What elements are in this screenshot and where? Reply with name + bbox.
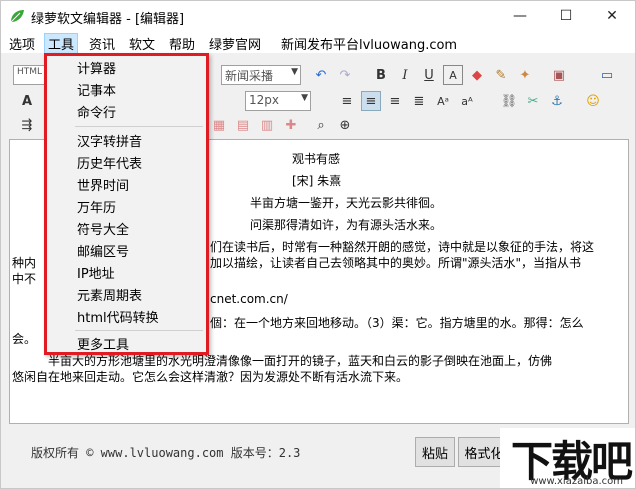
paragraph-1b: 种内 [12, 256, 37, 270]
unlink-icon[interactable]: ✂ [523, 91, 543, 111]
table-icon[interactable]: ▦ [209, 115, 229, 135]
indent-icon[interactable]: ⇶ [17, 115, 37, 135]
undo-icon[interactable]: ↶ [311, 65, 331, 85]
format-select-value: HTML [17, 67, 43, 77]
poem-verse-2: 问渠那得清如许，为有源头活水来。 [250, 218, 443, 232]
status-text: 版权所有 © www.lvluowang.com 版本号：2.3 [31, 446, 301, 460]
magic-wand-icon[interactable]: ✦ [515, 65, 535, 85]
poem-verse-1: 半亩方塘一鉴开，天光云影共徘徊。 [250, 196, 443, 210]
menu-item-periodic-table[interactable]: 元素周期表 [77, 285, 142, 304]
italic-icon[interactable]: I [395, 65, 415, 85]
save-icon[interactable]: ▣ [549, 65, 569, 85]
menu-help[interactable]: 帮助 [169, 34, 195, 53]
monitor-icon[interactable]: ▭ [597, 65, 617, 85]
watermark-sub: www.xiazaiba.com [530, 476, 623, 487]
app-window: 绿萝软文编辑器 - [编辑器] — ☐ ✕ 选项 工具 资讯 软文 帮助 绿萝官… [0, 0, 636, 489]
paragraph-1a: 们在读书后，时常有一种豁然开朗的感觉，诗中就是以象征的手法，将这 [210, 240, 595, 254]
menu-item-more-tools[interactable]: 更多工具 [77, 334, 129, 353]
menu-item-command-line[interactable]: 命令行 [77, 102, 116, 121]
underline-icon[interactable]: U [419, 65, 439, 85]
chevron-down-icon: ▼ [301, 93, 308, 103]
chevron-down-icon: ▼ [291, 67, 298, 77]
paragraph-2b: 会。 [12, 332, 37, 346]
paragraph-2a: 個：在一个地方来回地移动。（3）渠：它。指方塘里的水。那得：怎么 [210, 316, 584, 330]
menu-publish-platform[interactable]: 新闻发布平台lvluowang.com [281, 34, 457, 53]
watermark-logo: 下载吧 www.xiazaiba.com [500, 428, 635, 488]
minimize-button[interactable]: — [497, 1, 543, 31]
link-icon[interactable]: ⛓ [499, 91, 519, 111]
font-grow-icon[interactable]: Aᵃ [433, 91, 453, 111]
menu-item-ip-address[interactable]: IP地址 [77, 263, 115, 282]
redo-icon[interactable]: ↷ [335, 65, 355, 85]
eraser-icon[interactable]: ◆ [467, 65, 487, 85]
tools-dropdown-menu: 计算器 记事本 命令行 汉字转拼音 历史年代表 世界时间 万年历 符号大全 邮编… [44, 53, 209, 355]
size-select-value: 12px [249, 93, 279, 107]
font-color-icon[interactable]: A [443, 65, 463, 85]
menu-news[interactable]: 资讯 [89, 34, 115, 53]
close-button[interactable]: ✕ [589, 1, 635, 31]
menu-bar: 选项 工具 资讯 软文 帮助 绿萝官网 新闻发布平台lvluowang.com [1, 31, 635, 54]
zoom-icon[interactable]: ⌕ [311, 115, 331, 135]
menu-separator [75, 126, 203, 127]
menu-item-pinyin[interactable]: 汉字转拼音 [77, 131, 142, 150]
align-left-icon[interactable]: ≡ [337, 91, 357, 111]
font-shrink-icon[interactable]: aᴬ [457, 91, 477, 111]
delete-cell-icon[interactable]: ✚ [281, 115, 301, 135]
emoji-icon[interactable]: ☺ [583, 91, 603, 111]
poem-author: [宋] 朱熹 [292, 174, 342, 188]
binoculars-icon[interactable]: ⊕ [335, 115, 355, 135]
menu-item-symbols[interactable]: 符号大全 [77, 219, 129, 238]
source-link[interactable]: cnet.com.cn/ [210, 292, 288, 306]
heading-icon[interactable]: A [17, 91, 37, 111]
window-title: 绿萝软文编辑器 - [编辑器] [31, 12, 185, 27]
title-bar: 绿萝软文编辑器 - [编辑器] — ☐ ✕ [1, 1, 635, 31]
brush-icon[interactable]: ✎ [491, 65, 511, 85]
menu-separator [75, 330, 203, 331]
paste-button[interactable]: 粘贴 [415, 437, 455, 467]
menu-tools[interactable]: 工具 [43, 33, 79, 54]
align-right-icon[interactable]: ≡ [385, 91, 405, 111]
paragraph-1c: 加以描绘，让读者自己去领略其中的奥妙。所谓"源头活水"，当指从书 [210, 256, 582, 270]
anchor-icon[interactable]: ⚓ [547, 91, 567, 111]
leaf-logo-icon [10, 10, 24, 23]
menu-options[interactable]: 选项 [9, 34, 35, 53]
menu-item-notepad[interactable]: 记事本 [77, 80, 116, 99]
maximize-button[interactable]: ☐ [543, 1, 589, 31]
menu-item-calculator[interactable]: 计算器 [77, 58, 116, 77]
paragraph-3b: 悠闲自在地来回走动。它怎么会这样清澈？因为发源处不断有活水流下来。 [12, 370, 409, 384]
font-select-value: 新闻采播 [225, 69, 274, 83]
paragraph-1d: 中不 [12, 272, 37, 286]
menu-official-site[interactable]: 绿萝官网 [209, 34, 261, 53]
font-select[interactable]: 新闻采播 ▼ [221, 65, 301, 85]
insert-row-icon[interactable]: ▤ [233, 115, 253, 135]
insert-col-icon[interactable]: ▥ [257, 115, 277, 135]
align-justify-icon[interactable]: ≣ [409, 91, 429, 111]
menu-item-calendar[interactable]: 万年历 [77, 197, 116, 216]
size-select[interactable]: 12px ▼ [245, 91, 311, 111]
align-center-icon[interactable]: ≡ [361, 91, 381, 111]
menu-item-html-convert[interactable]: html代码转换 [77, 307, 159, 326]
menu-item-postal-code[interactable]: 邮编区号 [77, 241, 129, 260]
poem-title: 观书有感 [292, 152, 341, 166]
menu-item-history-table[interactable]: 历史年代表 [77, 153, 142, 172]
menu-item-world-time[interactable]: 世界时间 [77, 175, 129, 194]
bold-icon[interactable]: B [371, 65, 391, 85]
menu-articles[interactable]: 软文 [129, 34, 155, 53]
